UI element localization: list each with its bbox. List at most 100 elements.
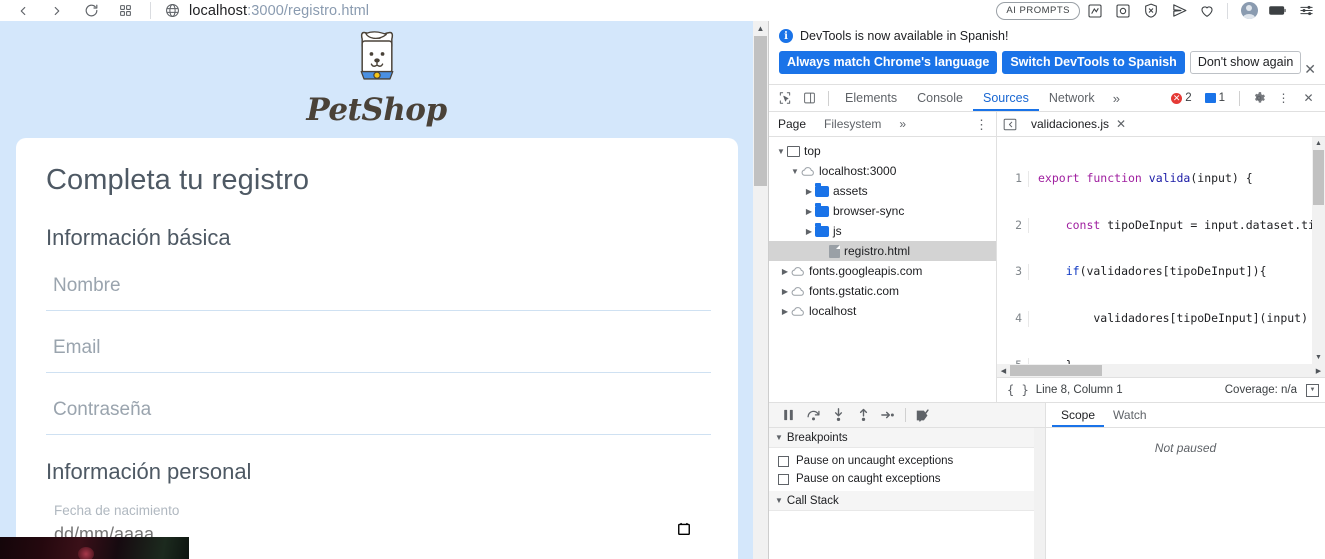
dont-show-again-button[interactable]: Don't show again <box>1189 51 1302 74</box>
password-input[interactable] <box>46 397 711 435</box>
editor-tab-validaciones-js[interactable]: validaciones.js ✕ <box>1023 112 1134 136</box>
battery-icon[interactable] <box>1265 0 1291 21</box>
scroll-up-icon[interactable]: ▲ <box>753 21 768 36</box>
tree-item-browser-sync[interactable]: ▶ browser-sync <box>769 201 996 221</box>
settings-sliders-icon[interactable] <box>1293 0 1319 21</box>
inspect-element-icon[interactable] <box>772 85 797 111</box>
tab-watch[interactable]: Watch <box>1104 403 1156 427</box>
close-icon[interactable]: ✕ <box>1296 85 1321 111</box>
more-vertical-icon[interactable]: ⋮ <box>1271 85 1296 111</box>
twisty-icon[interactable]: ▶ <box>803 207 815 216</box>
page-scrollbar[interactable]: ▲ <box>753 21 768 559</box>
step-icon[interactable] <box>877 404 899 426</box>
pause-caught-exceptions-row[interactable]: Pause on caught exceptions <box>769 470 1045 488</box>
twisty-icon[interactable]: ▼ <box>775 147 787 156</box>
deactivate-breakpoints-icon[interactable] <box>912 404 934 426</box>
tree-item-fonts-googleapis[interactable]: ▶ fonts.googleapis.com <box>769 261 996 281</box>
pause-caught-label: Pause on caught exceptions <box>796 473 941 485</box>
navigator-tab-filesystem[interactable]: Filesystem <box>815 112 890 136</box>
code-hscrollbar-thumb[interactable] <box>1010 365 1102 376</box>
code-vertical-scrollbar[interactable]: ▲ ▼ <box>1312 137 1325 364</box>
always-match-language-button[interactable]: Always match Chrome's language <box>779 51 998 74</box>
scroll-left-icon[interactable]: ◀ <box>997 367 1010 375</box>
page-scrollbar-thumb[interactable] <box>754 36 767 186</box>
ai-prompts-button[interactable]: AI PROMPTS <box>996 1 1080 20</box>
twisty-icon[interactable]: ▼ <box>789 167 801 176</box>
code-editor[interactable]: 1 export function valida(input) { 2 const… <box>997 137 1325 364</box>
error-count-badge[interactable]: ✕ 2 <box>1166 91 1196 105</box>
pause-uncaught-exceptions-row[interactable]: Pause on uncaught exceptions <box>769 452 1045 470</box>
pause-uncaught-checkbox[interactable] <box>778 455 789 467</box>
twisty-icon[interactable]: ▶ <box>779 267 791 276</box>
calendar-icon[interactable] <box>677 521 691 536</box>
tree-item-top[interactable]: ▼ top <box>769 141 996 161</box>
devtools-tabbar-right: ✕ 2 1 ⋮ ✕ <box>1166 85 1325 111</box>
screenshot-icon[interactable] <box>1110 0 1136 21</box>
gear-icon[interactable] <box>1246 85 1271 111</box>
sources-top-row: Page Filesystem » ⋮ ▼ top ▼ localhost:30… <box>769 112 1325 402</box>
cloud-icon <box>791 266 804 276</box>
device-toolbar-icon[interactable] <box>797 85 822 111</box>
debugger-toolbar-divider <box>905 408 906 422</box>
switch-to-spanish-button[interactable]: Switch DevTools to Spanish <box>1002 51 1185 74</box>
show-drawer-icon[interactable]: ▼ <box>1306 383 1319 397</box>
email-input[interactable] <box>46 335 711 373</box>
show-navigator-icon[interactable] <box>997 118 1023 131</box>
chevron-down-icon: ▼ <box>775 433 783 442</box>
tree-item-registro-html[interactable]: registro.html <box>769 241 996 261</box>
step-out-icon[interactable] <box>852 404 874 426</box>
tree-item-localhost-3000[interactable]: ▼ localhost:3000 <box>769 161 996 181</box>
tab-sources[interactable]: Sources <box>973 85 1039 111</box>
edit-pen-icon[interactable] <box>1082 0 1108 21</box>
navigator-more-tabs-icon[interactable]: » <box>890 112 915 136</box>
tab-network[interactable]: Network <box>1039 85 1105 111</box>
callstack-section-header[interactable]: ▼ Call Stack <box>769 491 1045 511</box>
devtools-language-infobar: i DevTools is now available in Spanish! … <box>769 21 1325 85</box>
tab-scope[interactable]: Scope <box>1052 403 1104 427</box>
tab-grid-icon[interactable] <box>108 0 142 21</box>
tree-item-localhost[interactable]: ▶ localhost <box>769 301 996 321</box>
reload-icon[interactable] <box>74 0 108 21</box>
tree-item-fonts-gstatic[interactable]: ▶ fonts.gstatic.com <box>769 281 996 301</box>
step-into-icon[interactable] <box>827 404 849 426</box>
line-number: 4 <box>997 311 1029 327</box>
navigator-more-options-icon[interactable]: ⋮ <box>975 118 996 131</box>
infobar-close-icon[interactable]: ✕ <box>1304 61 1316 78</box>
code-horizontal-scrollbar[interactable]: ◀ ▶ <box>997 364 1325 377</box>
forward-arrow-icon[interactable] <box>40 0 74 21</box>
editor-tab-close-icon[interactable]: ✕ <box>1116 117 1126 131</box>
message-count-badge[interactable]: 1 <box>1200 91 1230 105</box>
nombre-input[interactable] <box>46 273 711 311</box>
breakpoints-section-header[interactable]: ▼ Breakpoints <box>769 428 1045 448</box>
code-scrollbar-thumb[interactable] <box>1313 150 1324 205</box>
site-logo[interactable]: PetShop <box>0 21 753 128</box>
address-bar[interactable]: localhost:3000/registro.html <box>185 3 369 19</box>
heart-icon[interactable] <box>1194 0 1220 21</box>
page-viewport: PetShop Completa tu registro Información… <box>0 21 768 559</box>
pretty-print-icon[interactable]: { } <box>1007 383 1029 397</box>
scroll-up-icon[interactable]: ▲ <box>1312 137 1325 150</box>
navigator-tab-page[interactable]: Page <box>769 112 815 136</box>
pause-script-icon[interactable] <box>777 404 799 426</box>
tree-item-assets[interactable]: ▶ assets <box>769 181 996 201</box>
scroll-right-icon[interactable]: ▶ <box>1312 367 1325 375</box>
twisty-icon[interactable]: ▶ <box>779 287 791 296</box>
debugger-sidebar-scrollbar[interactable] <box>1034 428 1045 559</box>
tab-elements[interactable]: Elements <box>835 85 907 111</box>
back-arrow-icon[interactable] <box>6 0 40 21</box>
code-line: 3 if(validadores[tipoDeInput]){ <box>997 264 1325 280</box>
twisty-icon[interactable]: ▶ <box>779 307 791 316</box>
profile-avatar[interactable] <box>1235 0 1263 21</box>
cursor-position: Line 8, Column 1 <box>1035 384 1123 396</box>
shield-x-icon[interactable] <box>1138 0 1164 21</box>
scroll-down-icon[interactable]: ▼ <box>1312 351 1325 364</box>
tree-item-js[interactable]: ▶ js <box>769 221 996 241</box>
tab-console[interactable]: Console <box>907 85 973 111</box>
twisty-icon[interactable]: ▶ <box>803 187 815 196</box>
more-tabs-icon[interactable]: » <box>1105 91 1128 106</box>
infobar-message-row: i DevTools is now available in Spanish! <box>779 29 1315 43</box>
twisty-icon[interactable]: ▶ <box>803 227 815 236</box>
step-over-icon[interactable] <box>802 404 824 426</box>
send-icon[interactable] <box>1166 0 1192 21</box>
pause-caught-checkbox[interactable] <box>778 473 789 485</box>
